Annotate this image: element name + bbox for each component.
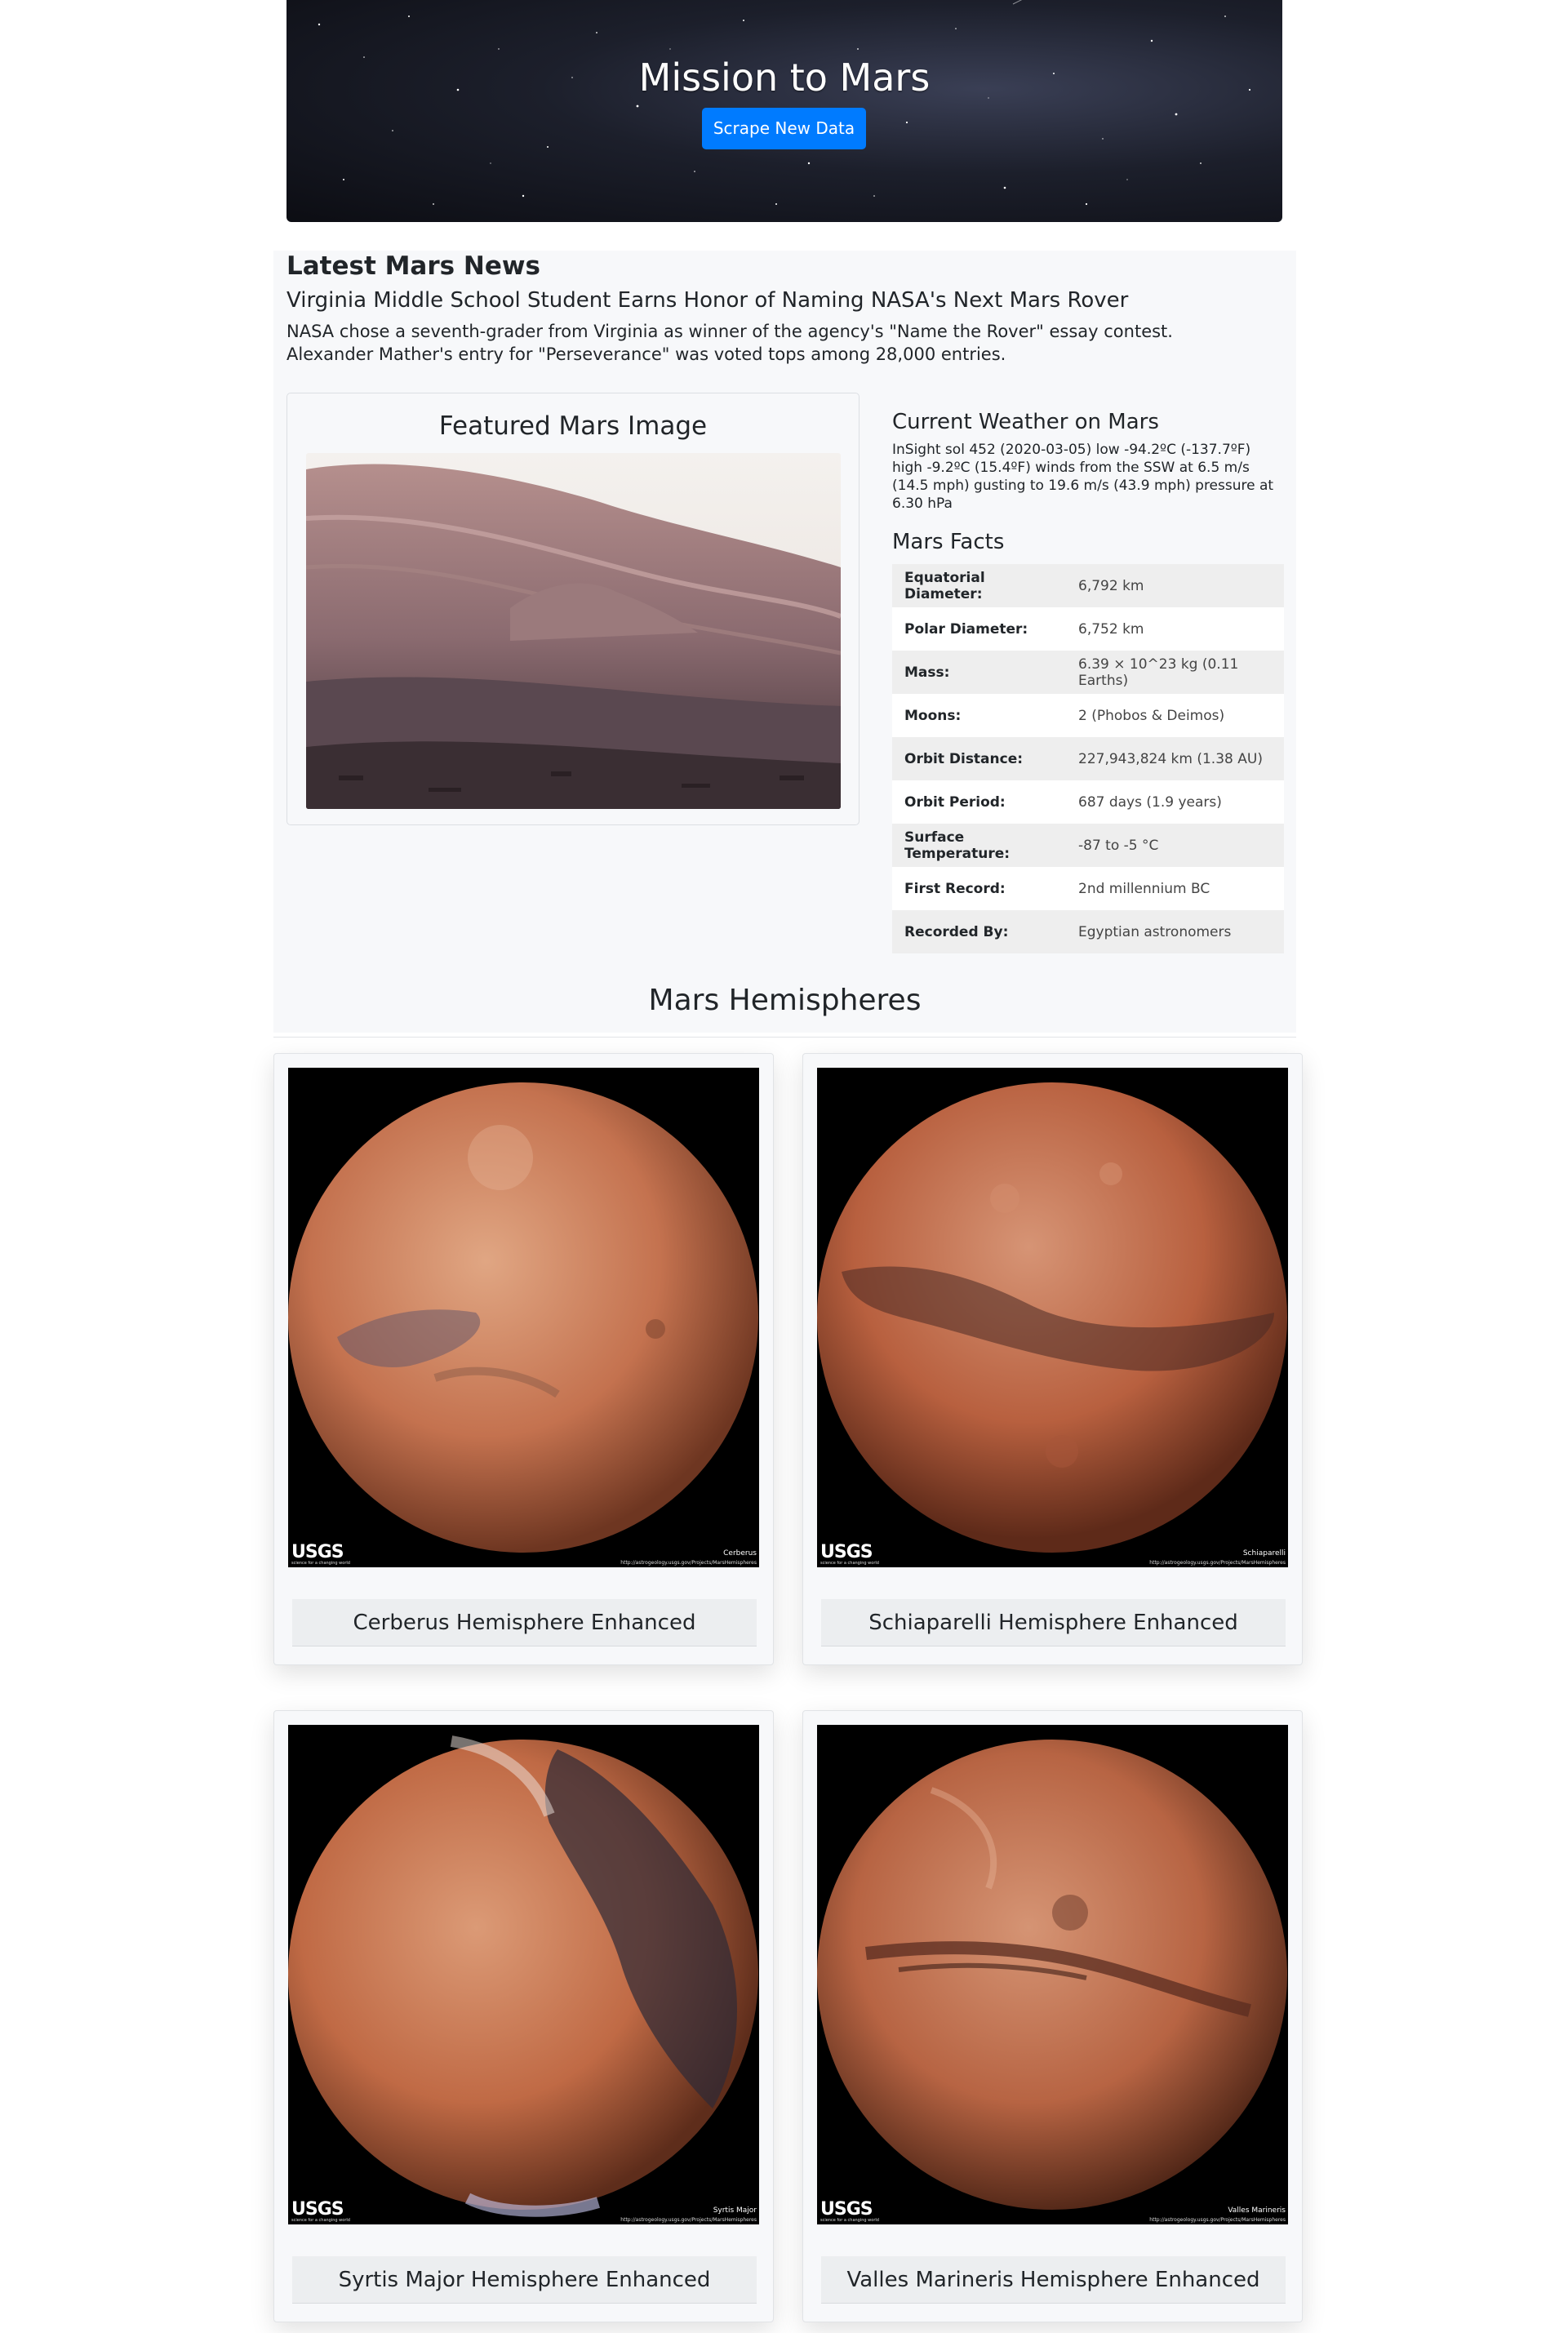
hemisphere-card[interactable]: USGS science for a changing world Valles… [802,1710,1303,2322]
table-row: Surface Temperature: -87 to -5 °C [892,824,1284,867]
hemisphere-tag: Valles Marineris [1228,2206,1286,2215]
hemisphere-caption[interactable]: Schiaparelli Hemisphere Enhanced [821,1599,1286,1646]
hemispheres-heading: Mars Hemispheres [648,984,922,1017]
divider [273,1037,1296,1038]
schiaparelli-hemisphere-image[interactable]: USGS science for a changing world Schiap… [817,1068,1288,1567]
fact-value: 687 days (1.9 years) [1066,780,1284,824]
hemisphere-card[interactable]: USGS science for a changing world Syrtis… [273,1710,774,2322]
fact-key: Equatorial Diameter: [892,564,1066,607]
weather-text: InSight sol 452 (2020-03-05) low -94.2ºC… [892,442,1274,512]
fact-key: Polar Diameter: [892,607,1066,651]
fact-value: 6,792 km [1066,564,1284,607]
hemisphere-tag: Schiaparelli [1242,1549,1286,1558]
usgs-logo-subtext: science for a changing world [820,1561,879,1566]
fact-value: -87 to -5 °C [1066,824,1284,867]
featured-image-card: Featured Mars Image [287,393,860,825]
fact-key: Recorded By: [892,910,1066,953]
fact-key: Moons: [892,694,1066,737]
news-paragraph: NASA chose a seventh-grader from Virgini… [287,322,1173,364]
usgs-logo-subtext: science for a changing world [820,2218,879,2223]
table-row: Orbit Period: 687 days (1.9 years) [892,780,1284,824]
valles-marineris-hemisphere-image[interactable]: USGS science for a changing world Valles… [817,1725,1288,2224]
weather-heading: Current Weather on Mars [892,410,1159,434]
cerberus-hemisphere-image[interactable]: USGS science for a changing world Cerber… [288,1068,759,1567]
fact-key: Orbit Period: [892,780,1066,824]
table-row: Equatorial Diameter: 6,792 km [892,564,1284,607]
hemisphere-caption[interactable]: Valles Marineris Hemisphere Enhanced [821,2256,1286,2304]
usgs-logo: USGS [820,1542,873,1562]
fact-key: Orbit Distance: [892,737,1066,780]
syrtis-major-hemisphere-image[interactable]: USGS science for a changing world Syrtis… [288,1725,759,2224]
hemisphere-tag: Syrtis Major [713,2206,757,2215]
table-row: Recorded By: Egyptian astronomers [892,910,1284,953]
mars-facts-table: Equatorial Diameter: 6,792 km Polar Diame… [892,564,1284,953]
hemisphere-card[interactable]: USGS science for a changing world Cerber… [273,1053,774,1665]
usgs-logo-subtext: science for a changing world [291,1561,350,1566]
fact-value: 227,943,824 km (1.38 AU) [1066,737,1284,780]
page-title: Mission to Mars [638,56,931,100]
hemisphere-url: http://astrogeology.usgs.gov/Projects/Ma… [620,2217,757,2223]
table-row: Mass: 6.39 × 10^23 kg (0.11 Earths) [892,651,1284,694]
fact-value: 2 (Phobos & Deimos) [1066,694,1284,737]
fact-key: First Record: [892,867,1066,910]
usgs-logo: USGS [291,2199,344,2220]
hemisphere-caption[interactable]: Syrtis Major Hemisphere Enhanced [292,2256,757,2304]
usgs-logo: USGS [291,1542,344,1562]
featured-mars-image [306,453,841,809]
fact-value: Egyptian astronomers [1066,910,1284,953]
hemisphere-url: http://astrogeology.usgs.gov/Projects/Ma… [620,1560,757,1566]
news-title: Virginia Middle School Student Earns Hon… [287,288,1129,313]
hemisphere-url: http://astrogeology.usgs.gov/Projects/Ma… [1149,2217,1286,2223]
hemisphere-url: http://astrogeology.usgs.gov/Projects/Ma… [1149,1560,1286,1566]
featured-image-heading: Featured Mars Image [438,411,708,441]
table-row: First Record: 2nd millennium BC [892,867,1284,910]
table-row: Polar Diameter: 6,752 km [892,607,1284,651]
table-row: Moons: 2 (Phobos & Deimos) [892,694,1284,737]
hemisphere-tag: Cerberus [723,1549,757,1558]
usgs-logo: USGS [820,2199,873,2220]
scrape-new-data-button[interactable]: Scrape New Data [702,108,866,149]
fact-value: 2nd millennium BC [1066,867,1284,910]
fact-key: Surface Temperature: [892,824,1066,867]
header-jumbotron: Mission to Mars Scrape New Data [287,0,1282,222]
table-row: Orbit Distance: 227,943,824 km (1.38 AU) [892,737,1284,780]
usgs-logo-subtext: science for a changing world [291,2218,350,2223]
fact-value: 6,752 km [1066,607,1284,651]
hemisphere-caption[interactable]: Cerberus Hemisphere Enhanced [292,1599,757,1646]
fact-key: Mass: [892,651,1066,694]
hemisphere-card[interactable]: USGS science for a changing world Schiap… [802,1053,1303,1665]
fact-value: 6.39 × 10^23 kg (0.11 Earths) [1066,651,1284,694]
news-heading: Latest Mars News [287,251,540,281]
facts-heading: Mars Facts [892,530,1005,554]
